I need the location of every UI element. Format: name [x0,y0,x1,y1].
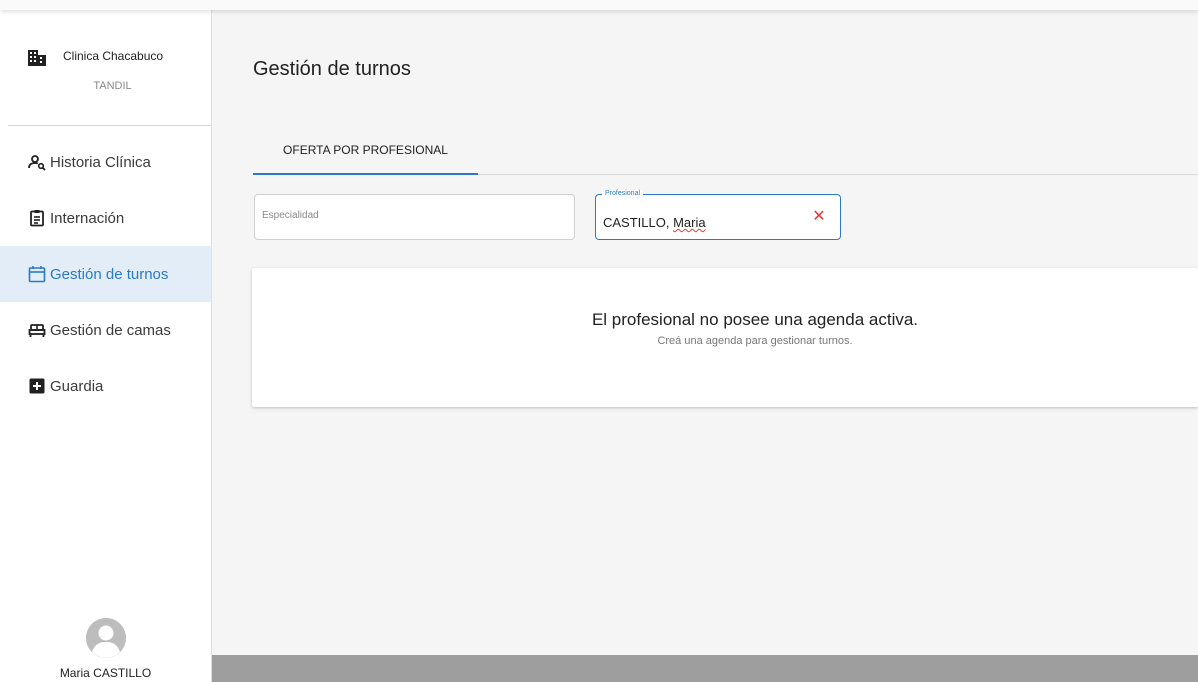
sidebar-item-label: Gestión de camas [50,321,171,339]
empty-state-title: El profesional no posee una agenda activ… [591,310,919,329]
footer-bar [212,655,1198,682]
clinic-city: TANDIL [93,80,132,92]
empty-state-card: El profesional no posee una agenda activ… [252,268,1198,407]
clear-icon[interactable]: ✕ [810,208,828,226]
calendar-icon [28,265,46,283]
user-name: Maria CASTILLO [59,666,152,680]
sidebar-item-gestion-de-camas[interactable]: Gestión de camas [0,302,211,358]
sidebar-item-gestion-de-turnos[interactable]: Gestión de turnos [0,246,211,302]
bed-icon [28,321,46,339]
especialidad-placeholder: Especialidad [262,210,319,221]
sidebar-item-label: Historia Clínica [50,153,151,171]
profesional-field[interactable]: Profesional CASTILLO, Maria ✕ [595,190,841,240]
user-profile[interactable]: Maria CASTILLO [0,618,211,680]
sidebar-item-label: Gestión de turnos [50,265,169,283]
user-search-icon [28,153,46,171]
tab-active-indicator [253,173,478,175]
profesional-label: Profesional [602,190,644,197]
sidebar-item-label: Internación [50,209,125,227]
top-app-bar [0,0,1198,10]
clinic-name: Clinica Chacabuco [63,49,164,63]
profesional-value[interactable]: CASTILLO, Maria [603,215,706,230]
clipboard-icon [28,209,46,227]
avatar-icon[interactable] [85,618,126,658]
sidebar-item-internacion[interactable]: Internación [0,190,211,246]
sidebar-item-guardia[interactable]: Guardia [0,358,211,414]
profesional-value-name: Maria [673,215,706,230]
sidebar-item-historia-clinica[interactable]: Historia Clínica [0,134,211,190]
profesional-value-prefix: CASTILLO, [603,215,674,230]
clinic-header: Clinica Chacabuco TANDIL [0,46,211,126]
plus-box-icon [28,377,46,395]
page-title: Gestión de turnos [253,58,411,80]
sidebar-item-label: Guardia [50,377,104,395]
tab-oferta-por-profesional[interactable]: OFERTA POR PROFESIONAL [253,126,478,174]
sidebar: Clinica Chacabuco TANDIL Historia Clínic… [0,0,212,682]
sidebar-divider [8,125,211,126]
especialidad-field[interactable]: Especialidad [254,194,575,240]
tab-label: OFERTA POR PROFESIONAL [283,143,448,157]
tab-bar: OFERTA POR PROFESIONAL [253,126,1198,175]
building-icon [28,50,46,66]
empty-state-subtitle: Creá una agenda para gestionar turnos. [657,335,853,347]
